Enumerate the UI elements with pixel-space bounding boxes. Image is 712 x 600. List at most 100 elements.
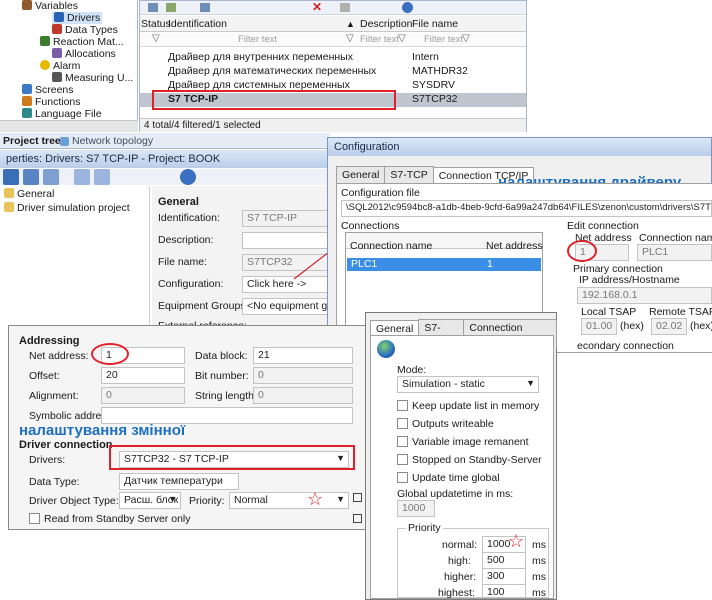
description-filter-icon[interactable]: ▽ bbox=[398, 33, 406, 44]
properties-tree-general[interactable]: General bbox=[4, 188, 54, 200]
priority-higher-field[interactable]: 300 bbox=[482, 568, 526, 585]
col-identification[interactable]: Identification bbox=[168, 18, 227, 30]
tree-item-reaction-matrix[interactable]: Reaction Mat... bbox=[40, 36, 124, 48]
tree-item-variables[interactable]: Variables bbox=[22, 0, 78, 12]
properties-tree: General Driver simulation project bbox=[0, 186, 150, 332]
stopped-standby-checkbox[interactable]: Stopped on Standby-Server bbox=[397, 454, 542, 466]
checkbox-icon bbox=[397, 400, 408, 411]
table-row[interactable]: Драйвер для математических переменных MAT… bbox=[140, 65, 526, 79]
tree-item-language-file[interactable]: Language File bbox=[22, 108, 102, 120]
data-block-field[interactable]: 21 bbox=[253, 347, 353, 364]
data-type-field[interactable]: Датчик температури bbox=[119, 473, 239, 490]
equipment-groups-field[interactable]: <No equipment gro bbox=[242, 298, 330, 315]
standby-link-icon[interactable] bbox=[353, 514, 362, 523]
toolbar-delete-icon[interactable]: ✕ bbox=[312, 1, 322, 13]
project-tree-tabs: Project tree Network topology bbox=[0, 133, 330, 149]
mode-select[interactable]: Simulation - static ▼ bbox=[397, 376, 539, 393]
priority-select[interactable]: Normal ▼ bbox=[229, 492, 349, 509]
screens-icon bbox=[22, 84, 32, 94]
reaction-matrix-icon bbox=[40, 36, 50, 46]
update-time-global-checkbox[interactable]: Update time global bbox=[397, 472, 500, 484]
toolbar-help-icon[interactable] bbox=[402, 2, 413, 13]
folder-icon bbox=[4, 202, 14, 212]
read-standby-checkbox[interactable]: Read from Standby Server only bbox=[29, 513, 191, 525]
configuration-link[interactable]: Click here -> bbox=[242, 276, 330, 293]
categorized-icon[interactable] bbox=[3, 169, 19, 185]
col-status[interactable]: Status bbox=[141, 18, 171, 30]
tree-item-functions[interactable]: Functions bbox=[22, 96, 81, 108]
priority-high-field[interactable]: 500 bbox=[482, 552, 526, 569]
expand-icon[interactable] bbox=[43, 169, 59, 185]
keep-update-checkbox[interactable]: Keep update list in memory bbox=[397, 400, 539, 412]
variable-settings-annotation: налаштування змінної bbox=[19, 422, 186, 439]
priority-highest-field[interactable]: 100 bbox=[482, 584, 526, 598]
globe-icon bbox=[377, 340, 395, 358]
tab-general[interactable]: General bbox=[336, 166, 386, 183]
global-updatetime-field[interactable]: 1000 bbox=[397, 500, 435, 517]
driver-connection-section: Driver connection bbox=[19, 439, 113, 451]
properties-view-icon[interactable] bbox=[74, 169, 90, 185]
checkbox-icon bbox=[397, 472, 408, 483]
properties-help-icon[interactable] bbox=[180, 169, 196, 185]
outputs-writeable-checkbox[interactable]: Outputs writeable bbox=[397, 418, 494, 430]
edit-connection-name-field[interactable]: PLC1 bbox=[637, 244, 712, 261]
tree-item-screens[interactable]: Screens bbox=[22, 84, 74, 96]
checkbox-icon bbox=[29, 513, 40, 524]
checkbox-icon bbox=[397, 418, 408, 429]
config-file-path-field[interactable]: \SQL2012\c9594bc8-a1db-4beb-9cfd-6a99a24… bbox=[341, 200, 712, 217]
favorites-icon[interactable] bbox=[94, 169, 110, 185]
identification-field[interactable]: S7 TCP-IP bbox=[242, 210, 330, 227]
description-filter[interactable]: Filter text bbox=[360, 34, 399, 45]
description-field[interactable] bbox=[242, 232, 330, 249]
tree-item-alarm[interactable]: Alarm bbox=[40, 60, 80, 72]
simulation-body: Mode: Simulation - static ▼ Keep update l… bbox=[370, 335, 554, 599]
file-name-field[interactable]: S7TCP32 bbox=[242, 254, 330, 271]
toolbar-copy-icon[interactable] bbox=[200, 3, 210, 12]
configuration-titlebar: Configuration bbox=[328, 138, 711, 156]
remote-tsap-field[interactable]: 02.02 bbox=[651, 318, 687, 335]
selected-driver-highlight bbox=[152, 90, 396, 110]
file-filter[interactable]: Filter text bbox=[424, 34, 463, 45]
alphabetical-icon[interactable] bbox=[23, 169, 39, 185]
drivers-grid-window: ✕ Status Identification ▲ Description Fi… bbox=[139, 0, 527, 132]
ip-address-field[interactable]: 192.168.0.1 bbox=[577, 287, 712, 304]
tab-s7-tcp[interactable]: S7-TCP bbox=[384, 166, 434, 183]
col-file-name[interactable]: File name bbox=[412, 18, 458, 30]
project-tree-panel: Variables Drivers Data Types Reaction Ma… bbox=[0, 0, 138, 132]
language-file-icon bbox=[22, 108, 32, 118]
grid-status-bar: 4 total/4 filtered/1 selected bbox=[140, 118, 526, 132]
driver-object-type-select[interactable]: Расш. блок ▼ bbox=[119, 492, 181, 509]
offset-field[interactable]: 20 bbox=[101, 367, 185, 384]
sort-icon: ▲ bbox=[346, 19, 355, 29]
properties-toolbar bbox=[0, 169, 330, 185]
string-length-field[interactable]: 0 bbox=[253, 387, 353, 404]
toolbar-filter-icon[interactable] bbox=[340, 3, 350, 12]
priority-link-icon[interactable] bbox=[353, 493, 362, 502]
properties-tree-driver-simulation[interactable]: Driver simulation project bbox=[4, 202, 130, 214]
variables-icon bbox=[22, 0, 32, 10]
file-filter-icon[interactable]: ▽ bbox=[462, 33, 470, 44]
bit-number-field[interactable]: 0 bbox=[253, 367, 353, 384]
alignment-field[interactable]: 0 bbox=[101, 387, 185, 404]
simulation-dialog: General S7-TCP Connection TCP/IP Mode: S… bbox=[365, 312, 557, 600]
status-filter-icon[interactable]: ▽ bbox=[152, 33, 160, 44]
table-row[interactable]: Драйвер для внутренних переменных Intern bbox=[140, 51, 526, 65]
local-tsap-field[interactable]: 01.00 bbox=[581, 318, 617, 335]
properties-titlebar: perties: Drivers: S7 TCP-IP - Project: B… bbox=[0, 150, 330, 168]
variable-properties-panel: Addressing Net address: 1 Data block: 21… bbox=[8, 325, 370, 530]
tab-network-topology[interactable]: Network topology bbox=[72, 135, 153, 147]
tree-scrollbar[interactable] bbox=[0, 120, 138, 132]
toolbar-edit-icon[interactable] bbox=[166, 3, 176, 12]
col-description[interactable]: Description bbox=[360, 18, 413, 30]
tab-project-tree[interactable]: Project tree bbox=[3, 135, 61, 147]
tree-item-allocations[interactable]: Allocations bbox=[52, 48, 116, 60]
var-net-address-highlight bbox=[91, 343, 129, 365]
tree-item-data-types[interactable]: Data Types bbox=[52, 24, 118, 36]
identification-filter-icon[interactable]: ▽ bbox=[346, 33, 354, 44]
toolbar-new-icon[interactable] bbox=[148, 3, 158, 12]
connection-row-selected[interactable]: PLC1 1 bbox=[347, 258, 541, 271]
variable-image-checkbox[interactable]: Variable image remanent bbox=[397, 436, 529, 448]
identification-filter[interactable]: Filter text bbox=[238, 34, 277, 45]
tree-item-drivers[interactable]: Drivers bbox=[52, 12, 103, 24]
tree-item-measuring-units[interactable]: Measuring U... bbox=[52, 72, 133, 84]
